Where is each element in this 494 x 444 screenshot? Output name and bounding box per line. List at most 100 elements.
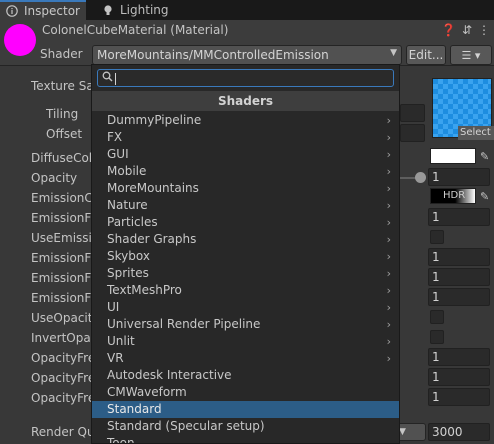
shader-list-item-label: VR xyxy=(107,351,124,365)
chevron-right-icon: › xyxy=(386,284,391,297)
shader-dropdown[interactable]: MoreMountains/MMControlledEmission ▼ xyxy=(92,45,402,65)
shader-list-item-label: Autodesk Interactive xyxy=(107,368,232,382)
texture-select-button[interactable]: Select xyxy=(458,126,494,140)
tab-lighting[interactable]: Lighting xyxy=(96,0,176,20)
shader-list-item[interactable]: Shader Graphs › xyxy=(92,231,399,248)
emission-color-field[interactable]: HDR xyxy=(430,188,476,204)
shader-list-item-label: Toon xyxy=(107,436,135,444)
text-caret xyxy=(115,73,116,85)
chevron-right-icon: › xyxy=(386,114,391,127)
property-label: EmissionFc xyxy=(31,211,91,225)
chevron-right-icon: › xyxy=(386,182,391,195)
emission-f-field[interactable]: 1 xyxy=(428,208,490,226)
chevron-right-icon: › xyxy=(386,148,391,161)
shader-list-item[interactable]: TextMeshPro › xyxy=(92,282,399,299)
shader-list-item[interactable]: MoreMountains › xyxy=(92,180,399,197)
tiling-field[interactable] xyxy=(400,104,425,122)
render-queue-dropdown[interactable]: ▼ xyxy=(396,423,426,441)
shader-dropdown-popup: Shaders DummyPipeline › FX › GUI › Mobile › More… xyxy=(91,64,400,444)
kebab-menu-icon[interactable]: ⋮ xyxy=(478,23,490,37)
help-icon[interactable]: ❓ xyxy=(441,23,456,37)
property-label: Opacity xyxy=(31,171,78,185)
shader-list-item[interactable]: Nature › xyxy=(92,197,399,214)
shader-list-item-label: Universal Render Pipeline xyxy=(107,317,261,331)
chevron-right-icon: › xyxy=(386,335,391,348)
shader-list-item[interactable]: UI › xyxy=(92,299,399,316)
opacity-field[interactable]: 1 xyxy=(428,168,490,186)
tab-inspector[interactable]: Inspector xyxy=(0,0,86,20)
header-icons: ❓ ⇵ ⋮ xyxy=(441,23,490,37)
property-label: UseEmissio xyxy=(31,231,91,245)
shader-list-item-label: Skybox xyxy=(107,249,150,263)
shader-list-item[interactable]: FX › xyxy=(92,129,399,146)
chevron-right-icon: › xyxy=(386,318,391,331)
shader-search-input[interactable] xyxy=(97,69,394,87)
invert-opacity-checkbox[interactable] xyxy=(430,330,444,344)
chevron-right-icon: › xyxy=(386,250,391,263)
property-label: EmissionFr xyxy=(31,291,91,305)
eyedropper-icon[interactable]: ✎ xyxy=(480,190,492,203)
opacity-slider-track[interactable] xyxy=(400,177,416,179)
eyedropper-icon[interactable]: ✎ xyxy=(480,150,492,163)
shader-list-item[interactable]: Standard (Specular setup) xyxy=(92,418,399,435)
use-opacity-checkbox[interactable] xyxy=(430,310,444,324)
shader-list-item[interactable]: Autodesk Interactive xyxy=(92,367,399,384)
tab-label: Inspector xyxy=(24,4,80,18)
property-label: OpacityFre xyxy=(31,371,91,385)
shader-menu-button[interactable]: ☰ ▾ xyxy=(450,45,492,65)
opacity-fre-field-3[interactable]: 1 xyxy=(428,388,490,406)
material-title: ColonelCubeMaterial (Material) xyxy=(42,23,229,37)
preset-icon[interactable]: ⇵ xyxy=(462,23,472,37)
shader-list-item-label: Nature xyxy=(107,198,148,212)
shader-label: Shader xyxy=(40,47,83,61)
shader-list-item-label: CMWaveform xyxy=(107,385,187,399)
shader-list-item[interactable]: VR › xyxy=(92,350,399,367)
shader-list-item-label: GUI xyxy=(107,147,129,161)
property-label: UseOpacit xyxy=(31,311,91,325)
shader-list-item-label: Particles xyxy=(107,215,158,229)
chevron-right-icon: › xyxy=(386,165,391,178)
opacity-fre-field-2[interactable]: 1 xyxy=(428,368,490,386)
shader-list-item-label: Shader Graphs xyxy=(107,232,197,246)
shader-list-item[interactable]: CMWaveform xyxy=(92,384,399,401)
shader-list-item[interactable]: Skybox › xyxy=(92,248,399,265)
shader-list-item-label: MoreMountains xyxy=(107,181,199,195)
shader-value: MoreMountains/MMControlledEmission xyxy=(97,48,329,62)
shader-list-item[interactable]: Particles › xyxy=(92,214,399,231)
chevron-right-icon: › xyxy=(386,233,391,246)
shader-list-item[interactable]: Mobile › xyxy=(92,163,399,180)
search-icon xyxy=(102,71,113,85)
shader-list: DummyPipeline › FX › GUI › Mobile › MoreMountain… xyxy=(92,112,399,444)
render-queue-field[interactable]: 3000 xyxy=(428,423,490,441)
shader-list-item-label: TextMeshPro xyxy=(107,283,182,297)
shader-list-item-label: Standard (Specular setup) xyxy=(107,419,265,433)
emission-fr-field-1[interactable]: 1 xyxy=(428,248,490,266)
edit-shader-button[interactable]: Edit... xyxy=(406,45,446,65)
property-label: InvertOpac xyxy=(31,331,91,345)
opacity-slider-handle[interactable] xyxy=(415,172,426,183)
shader-list-item[interactable]: Sprites › xyxy=(92,265,399,282)
shader-list-item[interactable]: DummyPipeline › xyxy=(92,112,399,129)
shader-list-item[interactable]: Unlit › xyxy=(92,333,399,350)
diffuse-color-field[interactable] xyxy=(430,148,476,164)
shader-list-item[interactable]: GUI › xyxy=(92,146,399,163)
use-emission-checkbox[interactable] xyxy=(430,230,444,244)
tab-label: Lighting xyxy=(120,3,169,17)
property-label: EmissionCo xyxy=(31,191,91,205)
shader-list-item[interactable]: Toon xyxy=(92,435,399,444)
property-label: Texture Sa xyxy=(31,79,91,93)
emission-fr-field-3[interactable]: 1 xyxy=(428,288,490,306)
chevron-right-icon: › xyxy=(386,199,391,212)
shader-list-item-label: DummyPipeline xyxy=(107,113,202,127)
opacity-fre-field-1[interactable]: 1 xyxy=(428,348,490,366)
offset-field[interactable] xyxy=(400,124,425,142)
shader-list-item-label: Standard xyxy=(107,402,162,416)
property-label: Render Qu xyxy=(31,425,91,439)
lightbulb-icon xyxy=(102,4,114,16)
shader-list-item[interactable]: Standard xyxy=(92,401,399,418)
property-label: EmissionFr xyxy=(31,251,91,265)
shader-list-item-label: FX xyxy=(107,130,123,144)
emission-fr-field-2[interactable]: 1 xyxy=(428,268,490,286)
shader-list-item[interactable]: Universal Render Pipeline › xyxy=(92,316,399,333)
tab-bar: Inspector Lighting xyxy=(0,0,494,20)
